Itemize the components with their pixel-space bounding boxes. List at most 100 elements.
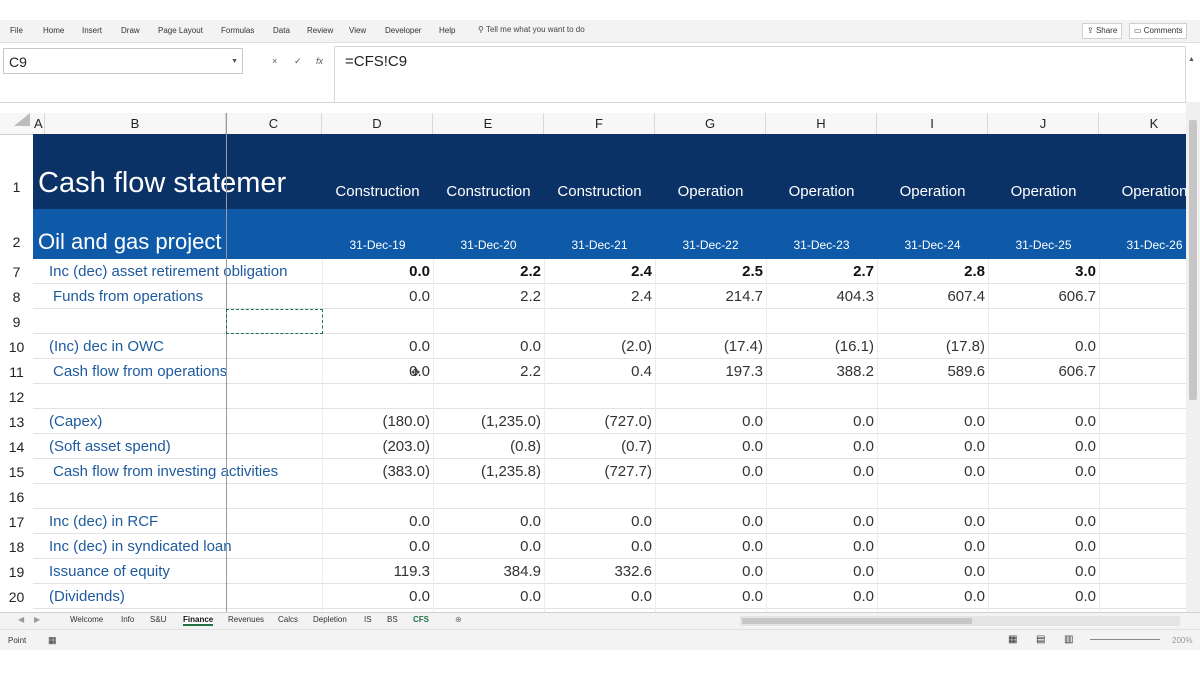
chevron-up-icon[interactable]: ▲	[1188, 56, 1195, 63]
value-cell[interactable]: 2.8	[874, 263, 985, 280]
value-cell[interactable]: 0.0	[652, 538, 763, 555]
ribbon-tab-data[interactable]: Data	[273, 26, 290, 35]
sheet-tab-s-u[interactable]: S&U	[150, 615, 166, 624]
value-cell[interactable]: 197.3	[652, 363, 763, 380]
select-all-corner[interactable]	[14, 113, 30, 126]
value-cell[interactable]: (727.7)	[541, 463, 652, 480]
page-break-view-icon[interactable]: ▥	[1064, 634, 1073, 645]
value-cell[interactable]: 3.0	[985, 263, 1096, 280]
column-header-h[interactable]: H	[766, 113, 877, 134]
row-header-16[interactable]: 16	[0, 489, 33, 505]
value-cell[interactable]: 0.0	[985, 463, 1096, 480]
value-cell[interactable]: 0	[1101, 563, 1186, 580]
row-header-7[interactable]: 7	[0, 264, 33, 280]
value-cell[interactable]: 0.0	[985, 563, 1096, 580]
value-cell[interactable]: 0.0	[763, 588, 874, 605]
value-cell[interactable]: 3	[1101, 263, 1186, 280]
value-cell[interactable]: 0	[1101, 588, 1186, 605]
row-header-20[interactable]: 20	[0, 589, 33, 605]
value-cell[interactable]: 332.6	[541, 563, 652, 580]
value-cell[interactable]: 2.2	[430, 363, 541, 380]
row-label[interactable]: Cash flow from operations	[53, 363, 227, 380]
value-cell[interactable]: 607.4	[874, 288, 985, 305]
name-box[interactable]: C9 ▼	[3, 48, 243, 74]
value-cell[interactable]: 0.0	[763, 538, 874, 555]
value-cell[interactable]: 0	[1101, 438, 1186, 455]
sheet-tab-bs[interactable]: BS	[387, 615, 398, 624]
value-cell[interactable]: (727.0)	[541, 413, 652, 430]
row-header-10[interactable]: 10	[0, 339, 33, 355]
ribbon-tab-formulas[interactable]: Formulas	[221, 26, 254, 35]
value-cell[interactable]: 388.2	[763, 363, 874, 380]
ribbon-tab-draw[interactable]: Draw	[121, 26, 140, 35]
row-label[interactable]: Inc (dec) in syndicated loan	[49, 538, 232, 555]
zoom-slider[interactable]	[1090, 639, 1160, 640]
value-cell[interactable]: 0.0	[874, 563, 985, 580]
value-cell[interactable]: 0.0	[874, 538, 985, 555]
value-cell[interactable]: 0.0	[874, 413, 985, 430]
value-cell[interactable]: 384.9	[430, 563, 541, 580]
value-cell[interactable]: 0.0	[985, 438, 1096, 455]
value-cell[interactable]: 0.0	[430, 538, 541, 555]
ribbon-tab-page-layout[interactable]: Page Layout	[158, 26, 203, 35]
value-cell[interactable]: 0.0	[652, 438, 763, 455]
value-cell[interactable]: 2.7	[763, 263, 874, 280]
value-cell[interactable]: 2.2	[430, 288, 541, 305]
ribbon-tab-review[interactable]: Review	[307, 26, 333, 35]
worksheet-grid[interactable]: ABCDEFGHIJK 1 2 Cash flow statemer Oil and …	[0, 102, 1186, 613]
value-cell[interactable]: (0.7)	[541, 438, 652, 455]
row-header-15[interactable]: 15	[0, 464, 33, 480]
tell-me-search[interactable]: ⚲ Tell me what you want to do	[478, 25, 585, 34]
formula-input[interactable]: =CFS!C9	[334, 46, 1186, 102]
column-header-k[interactable]: K	[1099, 113, 1186, 134]
row-header-18[interactable]: 18	[0, 539, 33, 555]
value-cell[interactable]: 0.0	[541, 588, 652, 605]
value-cell[interactable]: 0.0	[763, 438, 874, 455]
value-cell[interactable]: 0.0	[985, 538, 1096, 555]
value-cell[interactable]: (2.0)	[541, 338, 652, 355]
value-cell[interactable]: 0.4	[541, 363, 652, 380]
value-cell[interactable]: (0.8)	[430, 438, 541, 455]
sheet-tab-finance[interactable]: Finance	[183, 615, 214, 626]
row-label[interactable]: Inc (dec) asset retirement obligation	[49, 263, 287, 280]
value-cell[interactable]: 0.0	[319, 288, 430, 305]
sheet-tab-is[interactable]: IS	[364, 615, 372, 624]
value-cell[interactable]: (383.0)	[319, 463, 430, 480]
horizontal-scrollbar[interactable]	[740, 616, 1180, 626]
row-label[interactable]: (Dividends)	[49, 588, 125, 605]
row-label[interactable]: (Soft asset spend)	[49, 438, 171, 455]
sheet-tab-cfs[interactable]: CFS	[413, 615, 429, 624]
value-cell[interactable]: 0	[1101, 538, 1186, 555]
page-layout-view-icon[interactable]: ▤	[1036, 634, 1045, 645]
value-cell[interactable]: 0.0	[430, 513, 541, 530]
column-header-b[interactable]: B	[45, 113, 226, 134]
value-cell[interactable]: 0.0	[430, 338, 541, 355]
prev-sheet-icon[interactable]: ◀	[18, 615, 24, 624]
value-cell[interactable]: 0.0	[319, 538, 430, 555]
row-label[interactable]: (Inc) dec in OWC	[49, 338, 164, 355]
value-cell[interactable]: 606.7	[985, 288, 1096, 305]
row-label[interactable]: Inc (dec) in RCF	[49, 513, 158, 530]
value-cell[interactable]: 606	[1101, 288, 1186, 305]
value-cell[interactable]: 2.4	[541, 263, 652, 280]
row-header-17[interactable]: 17	[0, 514, 33, 530]
column-header-a[interactable]: A	[33, 113, 45, 134]
value-cell[interactable]: 0.0	[874, 588, 985, 605]
value-cell[interactable]: (1,235.0)	[430, 413, 541, 430]
check-icon[interactable]: ✓	[294, 56, 302, 67]
value-cell[interactable]: 0.0	[319, 263, 430, 280]
value-cell[interactable]: 0.0	[652, 588, 763, 605]
vertical-scroll-thumb[interactable]	[1189, 120, 1197, 400]
value-cell[interactable]: 606.7	[985, 363, 1096, 380]
ribbon-tab-help[interactable]: Help	[439, 26, 455, 35]
value-cell[interactable]: 589.6	[874, 363, 985, 380]
value-cell[interactable]: 0.0	[985, 338, 1096, 355]
share-button[interactable]: ⇪ Share	[1082, 23, 1123, 39]
value-cell[interactable]: 0	[1101, 463, 1186, 480]
column-header-e[interactable]: E	[433, 113, 544, 134]
next-sheet-icon[interactable]: ▶	[34, 615, 40, 624]
value-cell[interactable]: 0.0	[763, 463, 874, 480]
value-cell[interactable]: 119.3	[319, 563, 430, 580]
value-cell[interactable]: (17.8)	[874, 338, 985, 355]
value-cell[interactable]: 0.0	[985, 513, 1096, 530]
